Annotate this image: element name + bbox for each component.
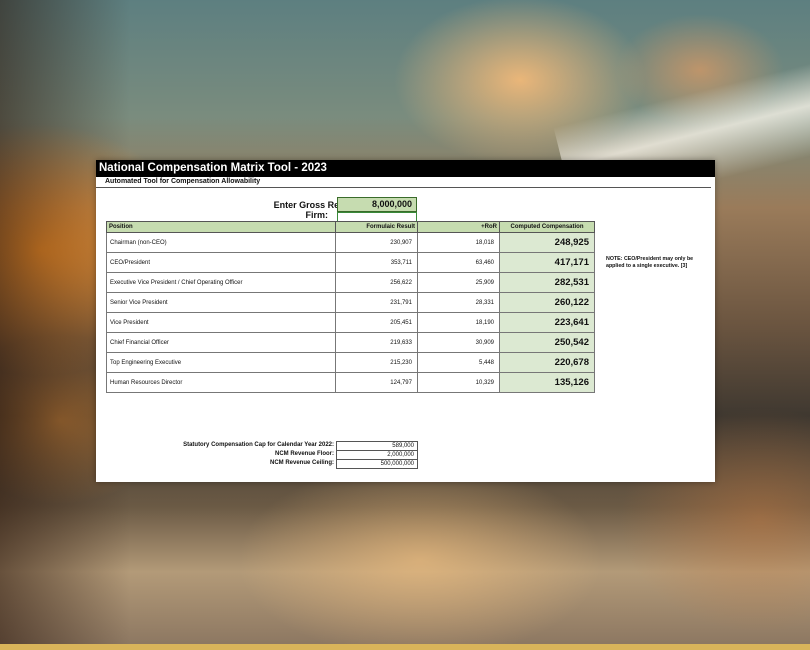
formulaic-cell[interactable]: 230,907	[335, 232, 418, 253]
ror-cell[interactable]: 25,909	[417, 272, 500, 293]
table-row: Chief Financial Officer 219,633 30,909 2…	[106, 332, 595, 353]
computed-cell[interactable]: 223,641	[499, 312, 595, 333]
table-row: Top Engineering Executive 215,230 5,448 …	[106, 352, 595, 373]
position-cell[interactable]: CEO/President	[106, 252, 336, 273]
compensation-matrix-table: Position Formulaic Result +RoR Computed …	[106, 221, 595, 393]
computed-cell[interactable]: 220,678	[499, 352, 595, 373]
formulaic-cell[interactable]: 256,622	[335, 272, 418, 293]
formulaic-cell[interactable]: 205,451	[335, 312, 418, 333]
computed-cell[interactable]: 248,925	[499, 232, 595, 253]
table-row: CEO/President 353,711 63,460 417,171	[106, 252, 595, 273]
table-row: Senior Vice President 231,791 28,331 260…	[106, 292, 595, 313]
position-cell[interactable]: Vice President	[106, 312, 336, 333]
ror-cell[interactable]: 10,329	[417, 372, 500, 393]
ror-cell[interactable]: 63,460	[417, 252, 500, 273]
table-header-row: Position Formulaic Result +RoR Computed …	[106, 221, 595, 233]
column-header-position: Position	[106, 221, 336, 233]
column-header-ror: +RoR	[417, 221, 500, 233]
computed-cell[interactable]: 282,531	[499, 272, 595, 293]
position-cell[interactable]: Chief Financial Officer	[106, 332, 336, 353]
formulaic-cell[interactable]: 124,797	[335, 372, 418, 393]
position-cell[interactable]: Executive Vice President / Chief Operati…	[106, 272, 336, 293]
gross-revenue-input[interactable]: 8,000,000	[337, 197, 417, 212]
revenue-ceiling-value[interactable]: 500,000,000	[336, 459, 418, 469]
computed-cell[interactable]: 135,126	[499, 372, 595, 393]
bottom-accent-strip	[0, 644, 810, 650]
footer-labels: Statutory Compensation Cap for Calendar …	[116, 441, 334, 468]
formulaic-cell[interactable]: 215,230	[335, 352, 418, 373]
table-row: Executive Vice President / Chief Operati…	[106, 272, 595, 293]
ror-cell[interactable]: 28,331	[417, 292, 500, 313]
table-row: Chairman (non-CEO) 230,907 18,018 248,92…	[106, 232, 595, 253]
ror-cell[interactable]: 18,190	[417, 312, 500, 333]
revenue-floor-label: NCM Revenue Floor:	[274, 451, 334, 457]
ceo-note: NOTE: CEO/President may only be applied …	[606, 256, 694, 269]
cap-label: Statutory Compensation Cap for Calendar …	[183, 442, 334, 448]
spreadsheet-panel: National Compensation Matrix Tool - 2023…	[96, 160, 715, 482]
column-header-formulaic: Formulaic Result	[335, 221, 418, 233]
position-cell[interactable]: Human Resources Director	[106, 372, 336, 393]
computed-cell[interactable]: 417,171	[499, 252, 595, 273]
sheet-title: National Compensation Matrix Tool - 2023	[96, 160, 715, 177]
position-cell[interactable]: Chairman (non-CEO)	[106, 232, 336, 253]
ror-cell[interactable]: 5,448	[417, 352, 500, 373]
formulaic-cell[interactable]: 231,791	[335, 292, 418, 313]
revenue-ceiling-label: NCM Revenue Ceiling:	[269, 460, 334, 466]
position-cell[interactable]: Senior Vice President	[106, 292, 336, 313]
table-row: Human Resources Director 124,797 10,329 …	[106, 372, 595, 393]
computed-cell[interactable]: 250,542	[499, 332, 595, 353]
table-row: Vice President 205,451 18,190 223,641	[106, 312, 595, 333]
sheet-subtitle: Automated Tool for Compensation Allowabi…	[96, 177, 711, 188]
column-header-computed: Computed Compensation	[499, 221, 595, 233]
formulaic-cell[interactable]: 353,711	[335, 252, 418, 273]
computed-cell[interactable]: 260,122	[499, 292, 595, 313]
formulaic-cell[interactable]: 219,633	[335, 332, 418, 353]
ror-cell[interactable]: 18,018	[417, 232, 500, 253]
footer-values: 589,000 2,000,000 500,000,000	[336, 441, 418, 469]
position-cell[interactable]: Top Engineering Executive	[106, 352, 336, 373]
ror-cell[interactable]: 30,909	[417, 332, 500, 353]
